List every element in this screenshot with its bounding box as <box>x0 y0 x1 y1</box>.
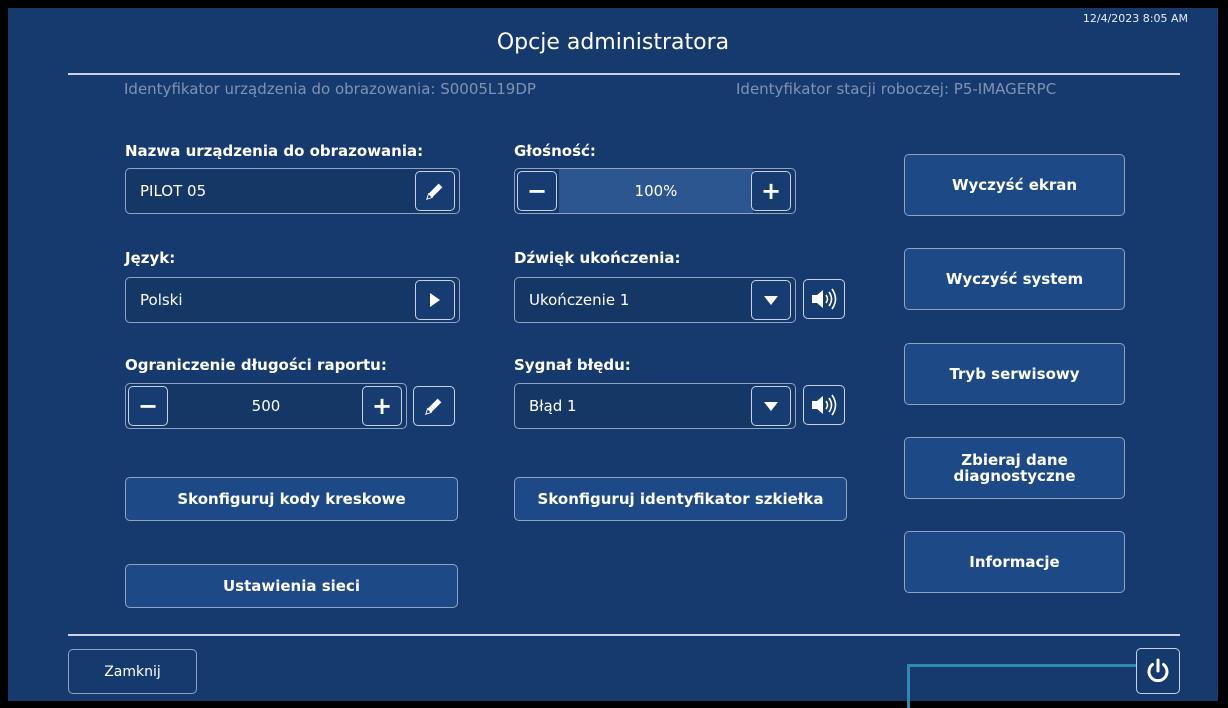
error-signal-label: Sygnał błędu: <box>514 356 631 374</box>
device-name-value: PILOT 05 <box>140 182 207 200</box>
service-mode-button[interactable]: Tryb serwisowy <box>904 343 1125 405</box>
speaker-icon <box>812 288 837 310</box>
device-name-field: PILOT 05 <box>125 168 460 214</box>
top-divider <box>68 73 1180 75</box>
completion-sound-select[interactable]: Ukończenie 1 <box>514 277 796 323</box>
language-next-button[interactable] <box>415 280 455 320</box>
volume-decrease-button[interactable]: − <box>517 171 557 211</box>
report-limit-decrease-button[interactable]: − <box>128 386 168 426</box>
collect-diagnostics-line1: Zbieraj dane <box>961 450 1068 469</box>
report-limit-stepper: − 500 + <box>125 383 407 429</box>
workstation-id: Identyfikator stacji roboczej: P5-IMAGER… <box>736 80 1057 98</box>
volume-label: Głośność: <box>514 142 596 160</box>
language-value: Polski <box>140 291 183 309</box>
completion-sound-label: Dźwięk ukończenia: <box>514 249 681 267</box>
edit-report-limit-button[interactable] <box>413 386 455 426</box>
volume-increase-button[interactable]: + <box>751 171 791 211</box>
triangle-right-icon <box>430 293 440 307</box>
error-signal-select[interactable]: Błąd 1 <box>514 383 796 429</box>
configure-barcodes-button[interactable]: Skonfiguruj kody kreskowe <box>125 477 458 521</box>
page-title: Opcje administratora <box>496 30 730 55</box>
speaker-icon <box>812 394 837 416</box>
report-limit-increase-button[interactable]: + <box>362 386 402 426</box>
network-settings-button[interactable]: Ustawienia sieci <box>125 564 458 608</box>
connector-line <box>907 664 1137 667</box>
language-label: Język: <box>125 249 176 267</box>
datetime: 12/4/2023 8:05 AM <box>1082 12 1188 25</box>
pencil-icon <box>426 183 443 200</box>
completion-sound-value: Ukończenie 1 <box>529 291 630 309</box>
power-button[interactable] <box>1136 648 1180 694</box>
error-signal-value: Błąd 1 <box>529 397 577 415</box>
volume-value: 100% <box>634 182 678 200</box>
chevron-down-icon <box>764 402 778 411</box>
admin-options-screen: 12/4/2023 8:05 AM Opcje administratora I… <box>8 8 1218 708</box>
bottom-divider <box>68 634 1180 636</box>
report-limit-value: 500 <box>251 397 281 415</box>
device-id: Identyfikator urządzenia do obrazowania:… <box>124 80 536 98</box>
volume-stepper: − 100% + <box>514 168 796 214</box>
play-completion-sound-button[interactable] <box>803 279 845 319</box>
close-button[interactable]: Zamknij <box>68 649 197 694</box>
power-icon <box>1147 658 1169 683</box>
chevron-down-icon <box>764 296 778 305</box>
report-limit-label: Ograniczenie długości raportu: <box>125 356 387 374</box>
device-name-label: Nazwa urządzenia do obrazowania: <box>125 142 424 160</box>
configure-slide-id-button[interactable]: Skonfiguruj identyfikator szkiełka <box>514 477 847 521</box>
connector-line-vertical <box>907 664 910 708</box>
collect-diagnostics-line2: diagnostyczne <box>953 467 1076 485</box>
language-field[interactable]: Polski <box>125 277 460 323</box>
error-signal-dropdown-button[interactable] <box>751 386 791 426</box>
edit-device-name-button[interactable] <box>415 171 455 211</box>
clear-system-button[interactable]: Wyczyść system <box>904 248 1125 310</box>
completion-sound-dropdown-button[interactable] <box>751 280 791 320</box>
collect-diagnostics-button[interactable]: Zbieraj dane diagnostyczne <box>904 437 1125 499</box>
clear-screen-button[interactable]: Wyczyść ekran <box>904 154 1125 216</box>
information-button[interactable]: Informacje <box>904 531 1125 593</box>
play-error-signal-button[interactable] <box>803 385 845 425</box>
pencil-icon <box>425 398 442 415</box>
